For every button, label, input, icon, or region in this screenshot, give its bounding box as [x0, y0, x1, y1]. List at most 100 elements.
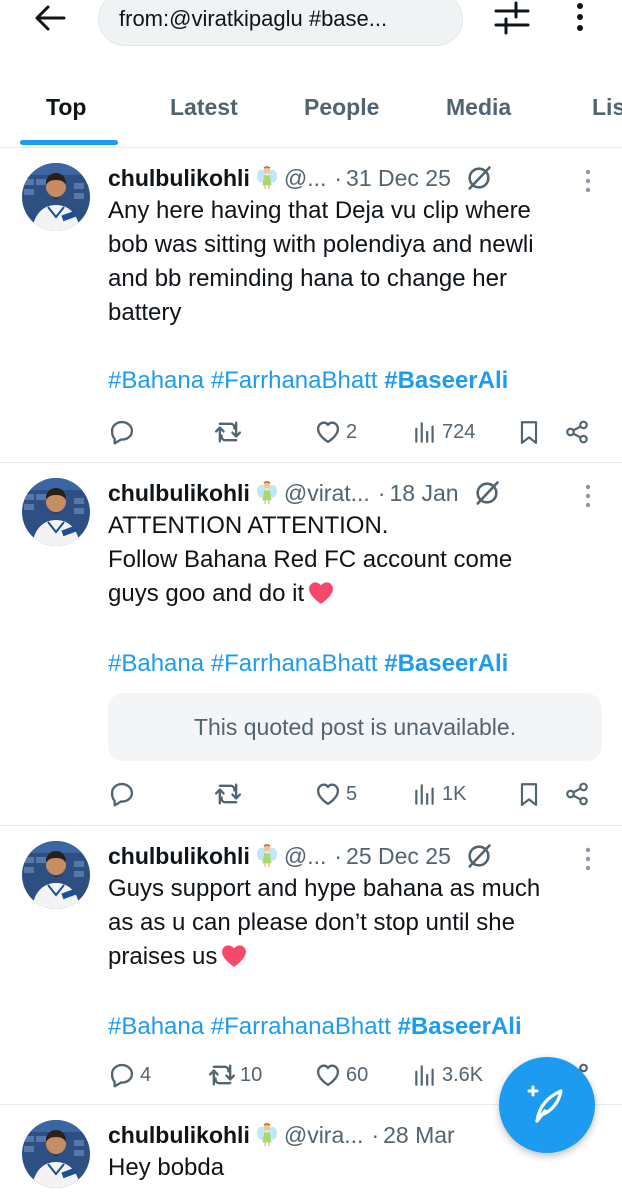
views-button[interactable]: 3.6K	[412, 1058, 483, 1092]
like-button[interactable]: 5	[314, 777, 357, 811]
reply-icon	[108, 780, 136, 808]
separator-dot: ·	[334, 164, 343, 191]
display-name[interactable]: chulbulikohli	[108, 1122, 250, 1149]
search-filters-button[interactable]	[490, 0, 534, 36]
hashtag-link[interactable]: #BaseerAli	[398, 1013, 522, 1040]
view-count: 3.6K	[442, 1063, 484, 1086]
red-heart-emoji-icon	[221, 944, 247, 968]
vertical-dots-icon	[577, 3, 583, 31]
tab-people[interactable]: People	[304, 78, 379, 136]
tweet-date[interactable]: 28 Mar	[383, 1122, 455, 1149]
display-name[interactable]: chulbulikohli	[108, 165, 250, 192]
user-handle[interactable]: @vira...	[284, 1122, 364, 1149]
reply-icon	[108, 1061, 136, 1089]
view-count: 724	[442, 420, 476, 443]
hashtag-row: #Bahana #FarrahanaBhatt #BaseerAli	[108, 1013, 522, 1041]
tweet-date[interactable]: 25 Dec 25	[346, 843, 451, 870]
reply-button[interactable]	[108, 415, 140, 449]
like-count: 5	[346, 782, 358, 805]
hashtag-link[interactable]: #Bahana	[108, 650, 204, 677]
tweet-text-fragment: guys goo and do it	[108, 580, 305, 607]
reply-button[interactable]: 4	[108, 1058, 151, 1092]
back-arrow-icon	[35, 5, 66, 31]
hashtag-link[interactable]: #Bahana	[108, 367, 204, 394]
like-button[interactable]: 2	[314, 415, 357, 449]
tab-top[interactable]: Top	[46, 78, 86, 136]
user-handle[interactable]: @...	[284, 843, 327, 870]
avatar[interactable]	[22, 163, 90, 231]
repost-button[interactable]	[214, 415, 246, 449]
share-button[interactable]	[564, 777, 590, 811]
bookmark-icon	[516, 781, 542, 807]
more-options-button[interactable]	[562, 0, 598, 36]
tweet-text-line: Hey bobda	[108, 1154, 225, 1181]
tweet-text-line: Any here having that Deja vu clip where	[108, 197, 531, 224]
reply-button[interactable]	[108, 777, 140, 811]
tweet-date[interactable]: 31 Dec 25	[346, 165, 451, 192]
hashtag-link[interactable]: #FarrahanaBhatt	[211, 1013, 391, 1040]
repost-button[interactable]	[214, 777, 246, 811]
tweet-text: ATTENTION ATTENTION. Follow Bahana Red F…	[108, 509, 588, 611]
user-handle[interactable]: @...	[284, 165, 327, 192]
compose-post-icon	[527, 1085, 563, 1123]
tweet[interactable]: chulbulikohli @... · 31 Dec 25 Any here …	[0, 149, 622, 463]
share-button[interactable]	[564, 415, 590, 449]
grok-icon[interactable]	[473, 479, 501, 507]
quoted-post-message: This quoted post is unavailable.	[193, 713, 517, 740]
views-button[interactable]: 1K	[412, 777, 466, 811]
search-input[interactable]: from:@viratkipaglu #base...	[98, 0, 463, 46]
hashtag-row: #Bahana #FarrhanaBhatt #BaseerAli	[108, 367, 508, 395]
search-query-text: from:@viratkipaglu #base...	[119, 6, 388, 31]
separator-dot: ·	[371, 1121, 380, 1148]
tweet[interactable]: chulbulikohli @virat... · 18 Jan ATTENTI…	[0, 464, 622, 826]
tweet-text-line: Follow Bahana Red FC account come	[108, 546, 513, 573]
back-button[interactable]	[26, 0, 74, 36]
tweet-actions: 5 1K	[108, 777, 602, 811]
tweet-header: chulbulikohli @... · 31 Dec 25	[108, 163, 493, 193]
bookmark-button[interactable]	[516, 777, 542, 811]
tab-lists[interactable]: Lis	[592, 78, 622, 136]
hashtag-link[interactable]: #BaseerAli	[384, 650, 508, 677]
tweet-header: chulbulikohli @vira... · 28 Mar	[108, 1120, 455, 1150]
grok-icon[interactable]	[465, 164, 493, 192]
hashtag-link[interactable]: #Bahana	[108, 1013, 204, 1040]
avatar[interactable]	[22, 478, 90, 546]
compose-post-button[interactable]	[499, 1057, 595, 1153]
views-chart-icon	[412, 419, 438, 445]
fairy-emoji-icon	[256, 1122, 278, 1148]
profile-photo-icon	[22, 841, 90, 909]
tweet-text-line: battery	[108, 299, 182, 326]
tweet-text-line: and bb reminding hana to change her	[108, 265, 507, 292]
bookmark-button[interactable]	[516, 415, 542, 449]
tweet-date[interactable]: 18 Jan	[390, 480, 459, 507]
display-name[interactable]: chulbulikohli	[108, 843, 250, 870]
bookmark-icon	[516, 419, 542, 445]
tweet-actions: 2 724	[108, 415, 602, 449]
avatar[interactable]	[22, 841, 90, 909]
tab-media[interactable]: Media	[446, 78, 511, 136]
active-tab-indicator	[20, 140, 118, 145]
tweet-text-line: ATTENTION ATTENTION.	[108, 512, 389, 539]
tweet-text-line: as as u can please don’t stop until she	[108, 909, 515, 936]
grok-icon[interactable]	[465, 842, 493, 870]
hashtag-row: #Bahana #FarrhanaBhatt #BaseerAli	[108, 650, 508, 678]
fairy-emoji-icon	[256, 165, 278, 191]
repost-button[interactable]: 10	[208, 1058, 262, 1092]
views-button[interactable]: 724	[412, 415, 475, 449]
display-name[interactable]: chulbulikohli	[108, 480, 250, 507]
hashtag-link[interactable]: #FarrhanaBhatt	[211, 367, 378, 394]
hashtag-link[interactable]: #FarrhanaBhatt	[211, 650, 378, 677]
tweet-more-button[interactable]	[578, 167, 598, 195]
tab-latest[interactable]: Latest	[170, 78, 238, 136]
tweet-more-button[interactable]	[578, 482, 598, 510]
user-handle[interactable]: @virat...	[284, 480, 370, 507]
tweet-more-button[interactable]	[578, 845, 598, 873]
tweet-text: Any here having that Deja vu clip where …	[108, 194, 588, 330]
hashtag-link[interactable]: #BaseerAli	[384, 367, 508, 394]
vertical-dots-icon	[584, 167, 592, 195]
red-heart-emoji-icon	[308, 581, 334, 605]
profile-photo-icon	[22, 1120, 90, 1188]
repost-count: 10	[240, 1063, 263, 1086]
like-button[interactable]: 60	[314, 1058, 368, 1092]
avatar[interactable]	[22, 1120, 90, 1188]
